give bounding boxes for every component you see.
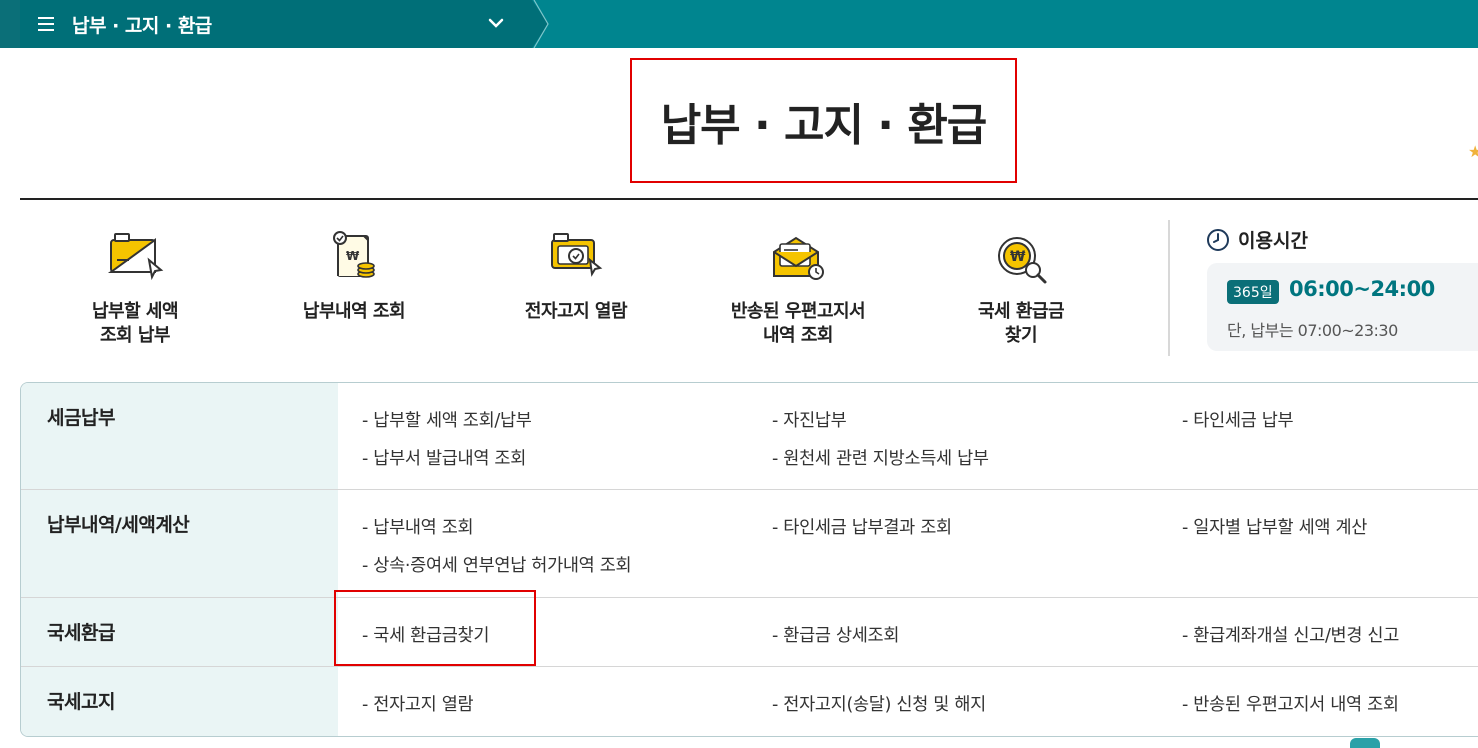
link-bullet: - [772, 626, 784, 646]
refund-search-icon: ₩ [998, 237, 1047, 284]
tax-payment-icon [107, 233, 164, 281]
link-self-payment[interactable]: - 자진납부 [772, 407, 847, 432]
link-bullet: - [772, 411, 784, 431]
category-row-payment-history: 납부내역/세액계산 - 납부내역 조회 - 타인세금 납부결과 조회 - 일자별… [21, 490, 1478, 598]
service-hours-title: 이용시간 [1238, 230, 1308, 252]
link-e-notice-view[interactable]: - 전자고지 열람 [362, 691, 474, 716]
link-refund-detail[interactable]: - 환급금 상세조회 [772, 622, 899, 647]
link-text: 일자별 납부할 세액 계산 [1193, 518, 1368, 538]
quick-label: 국세 환급금 찾기 [977, 301, 1065, 346]
link-bullet: - [772, 449, 784, 469]
quick-refund-search[interactable]: ₩ 국세 환급금 찾기 [931, 230, 1111, 348]
link-text: 자진납부 [783, 411, 847, 431]
page-title: 납부 · 고지 · 환급 [660, 99, 988, 151]
returned-mail-icon [773, 236, 824, 280]
days-badge: 365일 [1227, 280, 1279, 304]
chevron-down-icon [488, 18, 504, 28]
link-bullet: - [362, 449, 374, 469]
floating-mascot-decoration [1350, 738, 1380, 748]
link-bullet: - [1182, 411, 1194, 431]
category-name: 국세고지 [47, 691, 115, 713]
quick-label: 납부할 세액 조회 납부 [91, 301, 179, 346]
link-bullet: - [772, 518, 784, 538]
category-row-notice: 국세고지 - 전자고지 열람 - 전자고지(송달) 신청 및 해지 - 반송된 … [21, 667, 1478, 736]
page-title-highlight: 납부 · 고지 · 환급 [630, 58, 1017, 183]
clock-icon [1207, 228, 1229, 251]
link-text: 전자고지 열람 [373, 695, 474, 715]
link-bullet: - [1182, 695, 1194, 715]
category-name: 납부내역/세액계산 [47, 514, 190, 536]
service-hours-time: 06:00~24:00 [1289, 277, 1435, 301]
category-label-cell: 세금납부 [21, 383, 338, 489]
link-text: 납부서 발급내역 조회 [373, 449, 527, 469]
category-name: 세금납부 [47, 407, 115, 429]
quick-tax-payment[interactable]: 납부할 세액 조회 납부 [45, 230, 225, 348]
menu-dropdown-button[interactable]: 납부 · 고지 · 환급 [20, 0, 549, 48]
quick-e-notice[interactable]: 전자고지 열람 [486, 230, 666, 324]
category-label-cell: 국세고지 [21, 667, 338, 736]
e-notice-icon [551, 233, 603, 277]
vertical-separator [1168, 220, 1170, 356]
link-bullet: - [1182, 626, 1194, 646]
category-label-cell: 납부내역/세액계산 [21, 490, 338, 597]
menu-title: 납부 · 고지 · 환급 [72, 14, 212, 37]
refund-link-highlight [334, 590, 536, 666]
topbar-left-strip [0, 0, 20, 48]
link-bullet: - [362, 695, 374, 715]
link-e-notice-apply[interactable]: - 전자고지(송달) 신청 및 해지 [772, 691, 986, 716]
link-bullet: - [362, 411, 374, 431]
link-text: 상속·증여세 연부연납 허가내역 조회 [373, 556, 632, 576]
breadcrumb-separator-icon [533, 0, 549, 48]
service-hours-box: 365일 06:00~24:00 단, 납부는 07:00~23:30 [1207, 263, 1478, 351]
svg-text:₩: ₩ [1010, 249, 1026, 265]
payment-hours-note: 단, 납부는 07:00~23:30 [1227, 321, 1398, 340]
service-hours-heading: 이용시간 [1206, 226, 1308, 253]
title-divider [20, 198, 1478, 200]
link-bullet: - [772, 695, 784, 715]
payment-history-icon: ₩ [333, 231, 375, 278]
star-decoration-icon: ★ [1468, 142, 1478, 161]
link-other-tax-result[interactable]: - 타인세금 납부결과 조회 [772, 514, 952, 539]
link-other-tax-payment[interactable]: - 타인세금 납부 [1182, 407, 1294, 432]
link-text: 납부할 세액 조회/납부 [373, 411, 532, 431]
link-withholding-local-tax[interactable]: - 원천세 관련 지방소득세 납부 [772, 445, 989, 470]
link-installment-permit[interactable]: - 상속·증여세 연부연납 허가내역 조회 [362, 552, 632, 577]
link-daily-tax-calc[interactable]: - 일자별 납부할 세액 계산 [1182, 514, 1367, 539]
category-label-cell: 국세환급 [21, 598, 338, 666]
link-text: 반송된 우편고지서 내역 조회 [1193, 695, 1399, 715]
svg-text:₩: ₩ [346, 249, 360, 263]
quick-returned-mail[interactable]: 반송된 우편고지서 내역 조회 [708, 230, 888, 348]
link-text: 타인세금 납부결과 조회 [783, 518, 952, 538]
link-tax-inquiry-payment[interactable]: - 납부할 세액 조회/납부 [362, 407, 532, 432]
link-text: 전자고지(송달) 신청 및 해지 [783, 695, 986, 715]
link-payment-history[interactable]: - 납부내역 조회 [362, 514, 474, 539]
link-refund-account[interactable]: - 환급계좌개설 신고/변경 신고 [1182, 622, 1399, 647]
quick-label: 전자고지 열람 [524, 301, 628, 322]
link-text: 환급계좌개설 신고/변경 신고 [1193, 626, 1400, 646]
top-navigation-bar: 납부 · 고지 · 환급 [0, 0, 1478, 48]
link-text: 납부내역 조회 [373, 518, 474, 538]
link-bullet: - [362, 518, 374, 538]
quick-label: 반송된 우편고지서 내역 조회 [730, 301, 866, 346]
hamburger-icon [38, 17, 54, 31]
category-name: 국세환급 [47, 622, 115, 644]
link-text: 원천세 관련 지방소득세 납부 [783, 449, 989, 469]
link-bill-issue-history[interactable]: - 납부서 발급내역 조회 [362, 445, 526, 470]
link-text: 환급금 상세조회 [783, 626, 900, 646]
link-bullet: - [362, 556, 374, 576]
category-table: 세금납부 - 납부할 세액 조회/납부 - 자진납부 - 타인세금 납부 - 납… [20, 382, 1478, 737]
link-text: 타인세금 납부 [1193, 411, 1294, 431]
quick-payment-history[interactable]: ₩ 납부내역 조회 [264, 230, 444, 324]
link-bullet: - [1182, 518, 1194, 538]
link-returned-mail-history[interactable]: - 반송된 우편고지서 내역 조회 [1182, 691, 1399, 716]
category-row-tax-payment: 세금납부 - 납부할 세액 조회/납부 - 자진납부 - 타인세금 납부 - 납… [21, 383, 1478, 490]
category-row-refund: 국세환급 - 국세 환급금찾기 - 환급금 상세조회 - 환급계좌개설 신고/변… [21, 598, 1478, 667]
quick-label: 납부내역 조회 [302, 301, 406, 322]
